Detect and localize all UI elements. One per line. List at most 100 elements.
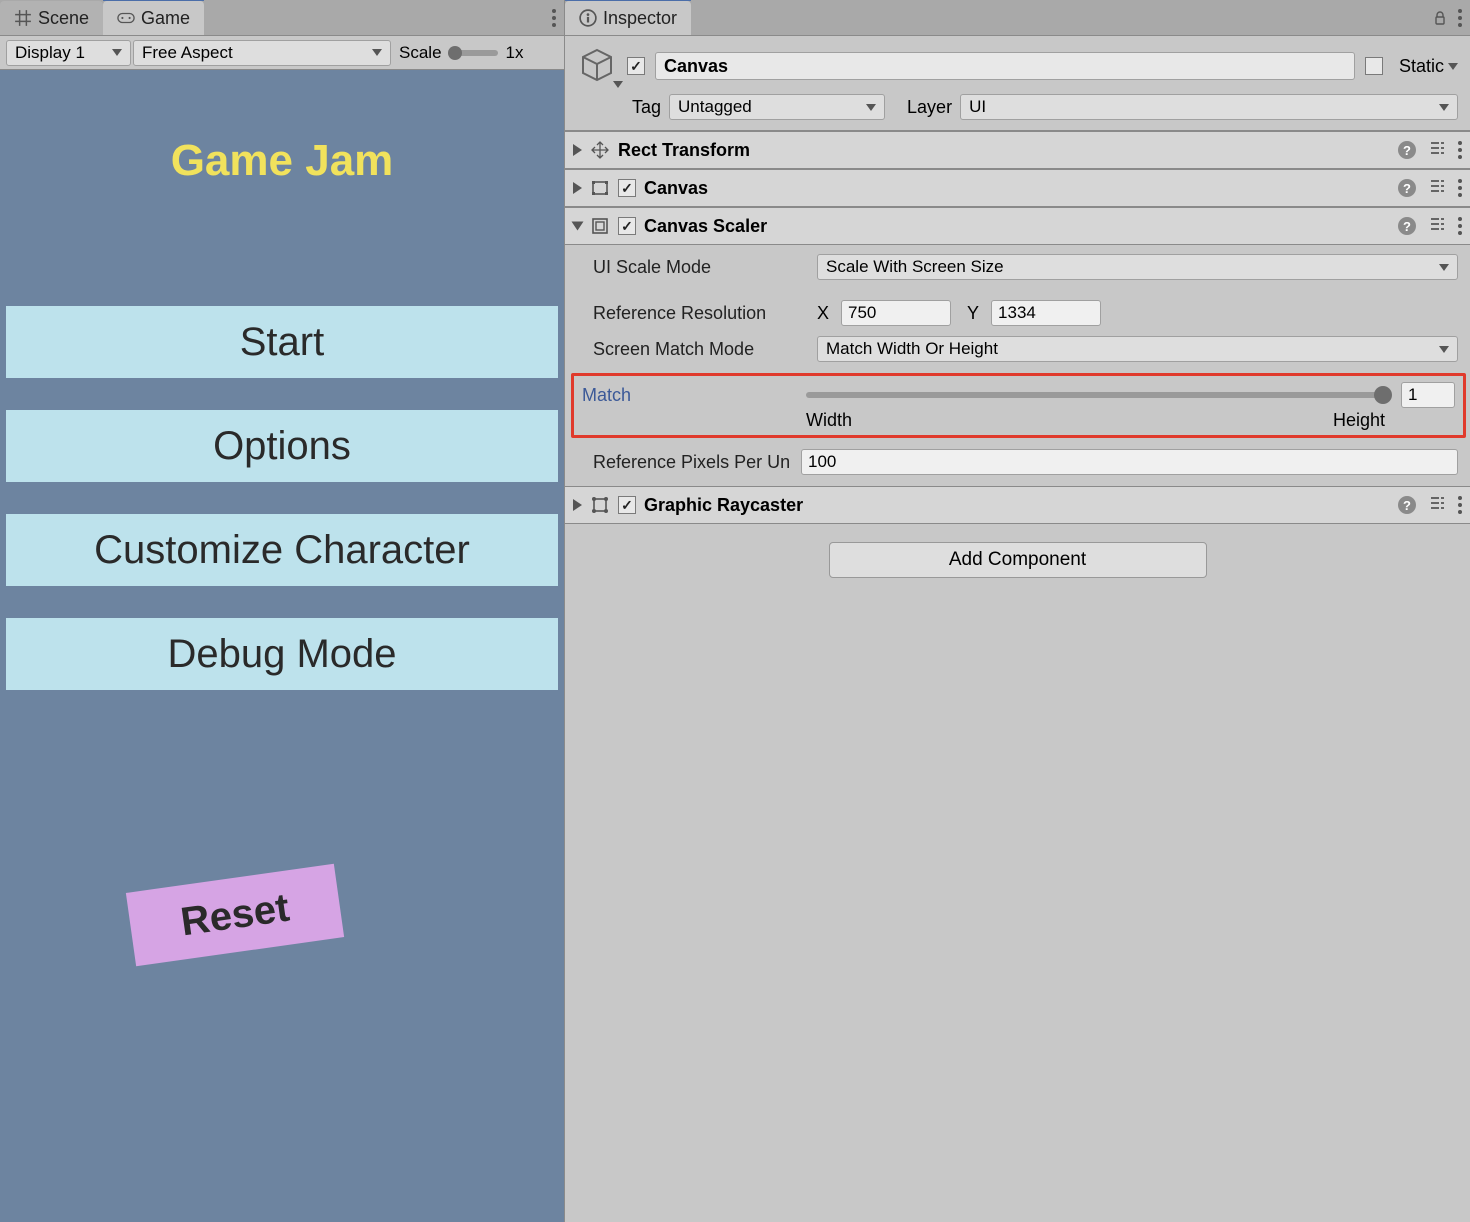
display-value: Display 1 bbox=[15, 43, 85, 63]
tab-game[interactable]: Game bbox=[103, 1, 204, 35]
help-icon[interactable]: ? bbox=[1398, 217, 1416, 235]
ppu-field[interactable]: 100 bbox=[801, 449, 1458, 475]
rect-transform-title: Rect Transform bbox=[618, 140, 1390, 161]
menu-buttons: Start Options Customize Character Debug … bbox=[6, 306, 558, 690]
scaler-title: Canvas Scaler bbox=[644, 216, 1390, 237]
chevron-down-icon bbox=[866, 104, 876, 111]
canvas-icon bbox=[590, 178, 610, 198]
tab-scene[interactable]: Scene bbox=[0, 1, 103, 35]
ppu-label: Reference Pixels Per Un bbox=[593, 452, 793, 473]
static-checkbox[interactable] bbox=[1365, 57, 1383, 75]
foldout-icon bbox=[573, 182, 582, 194]
canvas-header[interactable]: Canvas ? bbox=[565, 169, 1470, 207]
customize-button[interactable]: Customize Character bbox=[6, 514, 558, 586]
scale-mode-dropdown[interactable]: Scale With Screen Size bbox=[817, 254, 1458, 280]
game-panel: Scene Game Display 1 Free Aspect Scale 1… bbox=[0, 0, 565, 1222]
scaler-enabled-checkbox[interactable] bbox=[618, 217, 636, 235]
refres-label: Reference Resolution bbox=[593, 303, 809, 324]
component-menu[interactable] bbox=[1458, 217, 1462, 235]
lock-icon[interactable] bbox=[1432, 10, 1448, 26]
chevron-down-icon bbox=[1439, 264, 1449, 271]
preset-icon[interactable] bbox=[1428, 494, 1446, 517]
gamepad-icon bbox=[117, 9, 135, 27]
scale-label: Scale bbox=[399, 43, 442, 63]
canvas-enabled-checkbox[interactable] bbox=[618, 179, 636, 197]
height-axis-label: Height bbox=[1333, 410, 1385, 431]
match-highlight: Match 1 Width Height bbox=[571, 373, 1466, 438]
matchmode-dropdown[interactable]: Match Width Or Height bbox=[817, 336, 1458, 362]
tag-label: Tag bbox=[632, 97, 661, 118]
match-value-field[interactable]: 1 bbox=[1401, 382, 1455, 408]
raycaster-header[interactable]: Graphic Raycaster ? bbox=[565, 486, 1470, 524]
add-component-button[interactable]: Add Component bbox=[829, 542, 1207, 578]
help-icon[interactable]: ? bbox=[1398, 141, 1416, 159]
gameobject-name-field[interactable]: Canvas bbox=[655, 52, 1355, 80]
slider-thumb[interactable] bbox=[448, 46, 462, 60]
component-menu[interactable] bbox=[1458, 179, 1462, 197]
rect-transform-icon bbox=[590, 140, 610, 160]
game-view: Game Jam Start Options Customize Charact… bbox=[0, 70, 564, 1222]
game-title: Game Jam bbox=[0, 136, 564, 186]
right-tab-menu[interactable] bbox=[1458, 9, 1462, 27]
reset-button[interactable]: Reset bbox=[126, 864, 344, 967]
chevron-down-icon bbox=[1439, 104, 1449, 111]
debug-button[interactable]: Debug Mode bbox=[6, 618, 558, 690]
preset-icon[interactable] bbox=[1428, 215, 1446, 238]
preset-icon[interactable] bbox=[1428, 177, 1446, 200]
tab-inspector-label: Inspector bbox=[603, 8, 677, 29]
canvas-scaler-body: UI Scale Mode Scale With Screen Size Ref… bbox=[565, 245, 1470, 486]
canvas-title: Canvas bbox=[644, 178, 1390, 199]
display-dropdown[interactable]: Display 1 bbox=[6, 40, 131, 66]
aspect-value: Free Aspect bbox=[142, 43, 233, 63]
static-label[interactable]: Static bbox=[1399, 56, 1458, 77]
foldout-icon bbox=[572, 222, 584, 231]
layer-value: UI bbox=[969, 97, 986, 117]
game-toolbar: Display 1 Free Aspect Scale 1x bbox=[0, 36, 564, 70]
left-tab-bar: Scene Game bbox=[0, 0, 564, 36]
foldout-icon bbox=[573, 499, 582, 511]
right-tab-bar: Inspector bbox=[565, 0, 1470, 36]
raycaster-enabled-checkbox[interactable] bbox=[618, 496, 636, 514]
start-button[interactable]: Start bbox=[6, 306, 558, 378]
info-icon bbox=[579, 9, 597, 27]
scale-mode-label: UI Scale Mode bbox=[593, 257, 809, 278]
component-menu[interactable] bbox=[1458, 141, 1462, 159]
rect-transform-header[interactable]: Rect Transform ? bbox=[565, 131, 1470, 169]
layer-dropdown[interactable]: UI bbox=[960, 94, 1458, 120]
match-slider[interactable] bbox=[806, 392, 1387, 398]
left-tab-menu[interactable] bbox=[552, 1, 556, 35]
scale-value: 1x bbox=[506, 43, 524, 63]
refres-x-field[interactable]: 750 bbox=[841, 300, 951, 326]
slider-thumb[interactable] bbox=[1374, 386, 1392, 404]
scale-slider[interactable] bbox=[450, 50, 498, 56]
inspector-panel: Inspector Canvas Static Tag Untagged Lay… bbox=[565, 0, 1470, 1222]
canvas-scaler-icon bbox=[590, 216, 610, 236]
refres-y-field[interactable]: 1334 bbox=[991, 300, 1101, 326]
raycaster-title: Graphic Raycaster bbox=[644, 495, 1390, 516]
tab-scene-label: Scene bbox=[38, 8, 89, 29]
tag-dropdown[interactable]: Untagged bbox=[669, 94, 885, 120]
active-checkbox[interactable] bbox=[627, 57, 645, 75]
scale-control: Scale 1x bbox=[399, 43, 524, 63]
chevron-down-icon bbox=[613, 81, 623, 88]
matchmode-label: Screen Match Mode bbox=[593, 339, 809, 360]
match-label: Match bbox=[582, 385, 798, 406]
chevron-down-icon bbox=[1448, 63, 1458, 70]
help-icon[interactable]: ? bbox=[1398, 179, 1416, 197]
tab-game-label: Game bbox=[141, 8, 190, 29]
tag-value: Untagged bbox=[678, 97, 752, 117]
chevron-down-icon bbox=[112, 49, 122, 56]
foldout-icon bbox=[573, 144, 582, 156]
raycaster-icon bbox=[590, 495, 610, 515]
gameobject-icon[interactable] bbox=[577, 46, 617, 86]
width-axis-label: Width bbox=[806, 410, 852, 431]
options-button[interactable]: Options bbox=[6, 410, 558, 482]
tab-inspector[interactable]: Inspector bbox=[565, 1, 691, 35]
help-icon[interactable]: ? bbox=[1398, 496, 1416, 514]
x-label: X bbox=[817, 303, 829, 324]
scene-icon bbox=[14, 9, 32, 27]
preset-icon[interactable] bbox=[1428, 139, 1446, 162]
component-menu[interactable] bbox=[1458, 496, 1462, 514]
canvas-scaler-header[interactable]: Canvas Scaler ? bbox=[565, 207, 1470, 245]
aspect-dropdown[interactable]: Free Aspect bbox=[133, 40, 391, 66]
